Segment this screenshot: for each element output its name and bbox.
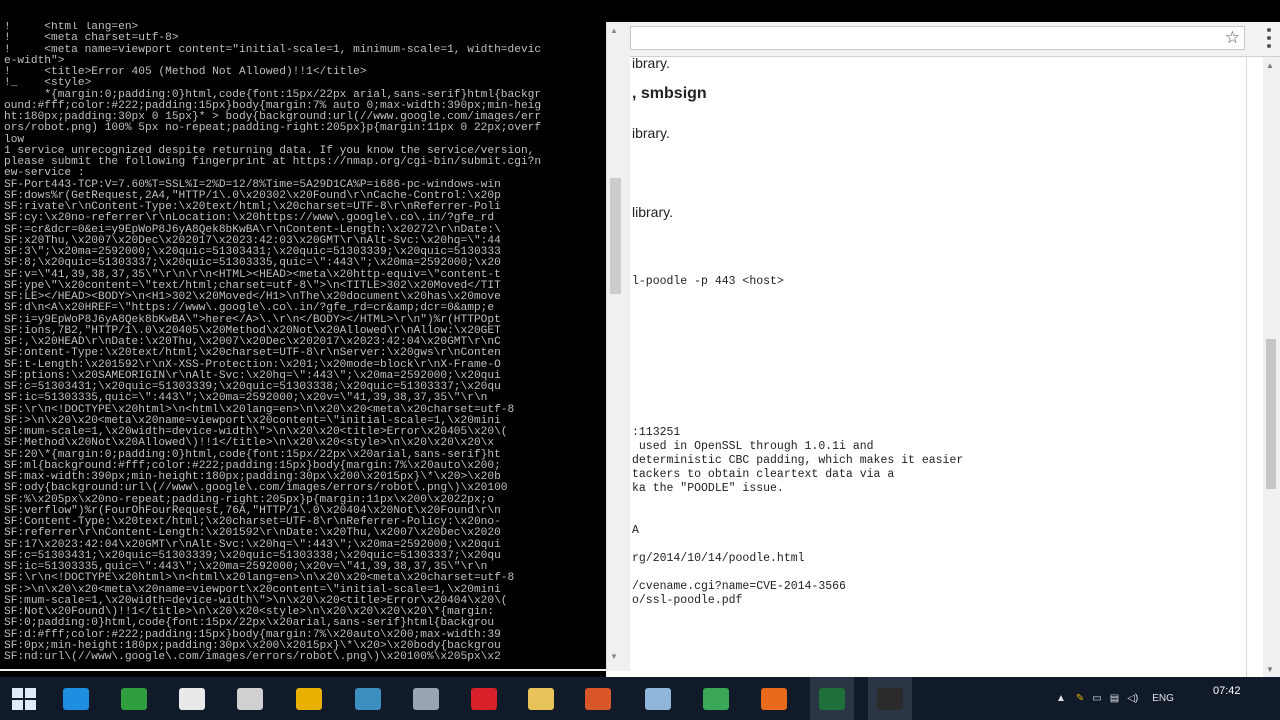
folder-icon <box>528 687 554 710</box>
scroll-down-arrow-icon[interactable]: ▼ <box>1266 665 1274 674</box>
firefox-icon <box>761 687 787 710</box>
terminal-line: ! <title>Error 405 (Method Not Allowed)!… <box>4 66 367 78</box>
taskbar-button[interactable] <box>694 677 738 720</box>
terminal-app-icon <box>819 687 845 710</box>
page-content: ibrary. , smbsign ibrary. library. l-poodle … <box>606 57 1246 677</box>
language-indicator[interactable]: ENG <box>1152 693 1174 704</box>
page-scrollbar[interactable]: ▲ ▼ <box>1263 57 1280 677</box>
media-icon <box>179 687 205 710</box>
terminal-bottom-border <box>0 669 630 671</box>
page-text-line: /cvename.cgi?name=CVE-2014-3566 <box>632 580 846 593</box>
page-text-line: deterministic CBC padding, which makes i… <box>632 454 964 467</box>
terminal-scroll-thumb[interactable] <box>610 178 621 294</box>
network-icon[interactable]: ▤ <box>1110 693 1119 704</box>
page-text-line: rg/2014/10/14/poodle.html <box>632 552 805 565</box>
store-icon <box>121 687 147 710</box>
tray-expand-icon[interactable]: ▲ <box>1056 693 1066 704</box>
hp-icon <box>237 687 263 710</box>
terminal-line: SF:\r\n<!DOCTYPE\x20html>\n<html\x20lang… <box>4 572 515 585</box>
browser-toolbar: ☆ <box>606 22 1280 57</box>
browser-window: ☆ ibrary. , smbsign ibrary. library. l-poodl… <box>606 22 1280 677</box>
page-text-line: o/ssl-poodle.pdf <box>632 594 743 607</box>
desktop: ☆ ibrary. , smbsign ibrary. library. l-poodl… <box>0 0 1280 720</box>
terminal-line: ! <meta charset=utf-8> <box>4 32 179 45</box>
terminal-line: SF:cy:\x20no-referrer\r\nLocation:\x20ht… <box>4 212 495 225</box>
scroll-up-arrow-icon[interactable]: ▲ <box>1266 61 1274 70</box>
page-text-line: library. <box>632 204 673 220</box>
address-bar[interactable]: ☆ <box>630 26 1245 50</box>
start-button[interactable] <box>2 677 46 720</box>
taskbar: ▲ ✎ ▭ ▤ ◁) ENG 07:42 <box>0 677 1280 720</box>
page-text-line: tackers to obtain cleartext data via a <box>632 468 895 481</box>
page-text-line: :113251 <box>632 426 681 439</box>
opera-icon <box>471 687 497 710</box>
terminal-line: ors/robot.png) 100% 5px no-repeat;paddin… <box>4 122 542 135</box>
office-icon <box>585 687 611 710</box>
terminal-line: ew-service : <box>4 167 85 180</box>
terminal-line: SF:0;padding:0}html,code{font:15px/22px\… <box>4 617 495 630</box>
taskbar-button[interactable] <box>519 677 563 720</box>
app-icon <box>355 687 381 710</box>
notepad-icon <box>645 687 671 710</box>
taskbar-button[interactable] <box>54 677 98 720</box>
page-text-line: ibrary. <box>632 125 670 141</box>
ie-icon <box>63 687 89 710</box>
terminal-line: please submit the following fingerprint … <box>4 156 542 168</box>
page-text-line: ibrary. <box>632 57 670 71</box>
taskbar-button[interactable] <box>346 677 390 720</box>
terminal-scroll-down-icon[interactable]: ▼ <box>610 652 618 661</box>
tray-app-icon[interactable]: ✎ <box>1076 693 1084 704</box>
terminal-line: !_ <style> <box>4 77 92 90</box>
taskbar-button[interactable] <box>228 677 272 720</box>
terminal-line: SF:d\n<A\x20HREF=\"https://www\.google\.… <box>4 302 495 315</box>
chrome-old-icon <box>296 687 322 710</box>
terminal-window: ! <html lang=en>! <meta charset=utf-8>! … <box>0 22 630 671</box>
page-divider <box>1246 57 1247 677</box>
taskbar-button[interactable] <box>170 677 214 720</box>
terminal-line: SF:ontent-Type:\x20text/html;\x20charset… <box>4 347 501 360</box>
chrome-icon <box>703 687 729 710</box>
console-output: ! <html lang=en>! <meta charset=utf-8>! … <box>4 22 608 669</box>
taskbar-button[interactable] <box>112 677 156 720</box>
terminal-line: SF:ody{background:url\(//www\.google\.co… <box>4 482 508 495</box>
terminal-scrollbar[interactable]: ▲ ▼ <box>606 22 624 669</box>
terminal-border <box>623 22 630 669</box>
action-center-icon[interactable]: ▭ <box>1092 693 1101 704</box>
terminal-line: SF:Method\x20Not\x20Allowed\)!!1</title>… <box>4 437 495 450</box>
terminal-line: ! <meta name=viewport content="initial-s… <box>4 43 542 56</box>
browser-menu-icon[interactable] <box>1262 28 1276 48</box>
taskbar-button[interactable] <box>636 677 680 720</box>
taskbar-button[interactable] <box>868 677 912 720</box>
bookmark-star-icon[interactable]: ☆ <box>1225 27 1240 49</box>
page-text-line: A <box>632 524 639 537</box>
system-tray[interactable]: ▲ ✎ ▭ ▤ ◁) ENG <box>1056 677 1174 720</box>
taskbar-button[interactable] <box>287 677 331 720</box>
cmd-icon <box>877 687 903 710</box>
taskbar-button[interactable] <box>752 677 796 720</box>
disk-icon <box>413 687 439 710</box>
page-text-line: l-poodle -p 443 <host> <box>632 275 784 288</box>
terminal-line: SF:nd:url\(//www\.google\.com/images/err… <box>4 651 501 663</box>
volume-icon[interactable]: ◁) <box>1127 693 1138 704</box>
page-heading: , smbsign <box>632 85 707 102</box>
page-scroll-thumb[interactable] <box>1266 339 1276 489</box>
taskbar-button[interactable] <box>462 677 506 720</box>
windows-start-icon <box>12 687 36 710</box>
taskbar-button[interactable] <box>576 677 620 720</box>
terminal-scroll-up-icon[interactable]: ▲ <box>610 26 618 35</box>
taskbar-button[interactable] <box>404 677 448 720</box>
page-text-line: used in OpenSSL through 1.0.1i and <box>632 440 874 453</box>
terminal-line: SF:8;\x20quic=51303337;\x20quic=51303335… <box>4 257 501 270</box>
page-text-line: ka the "POODLE" issue. <box>632 482 784 495</box>
taskbar-button[interactable] <box>810 677 854 720</box>
clock[interactable]: 07:42 <box>1213 685 1241 697</box>
terminal-line: SF:referrer\r\nContent-Length:\x201592\r… <box>4 527 501 540</box>
terminal-line: SF:ic=51303335,quic=\":443\";\x20ma=2592… <box>4 392 488 405</box>
